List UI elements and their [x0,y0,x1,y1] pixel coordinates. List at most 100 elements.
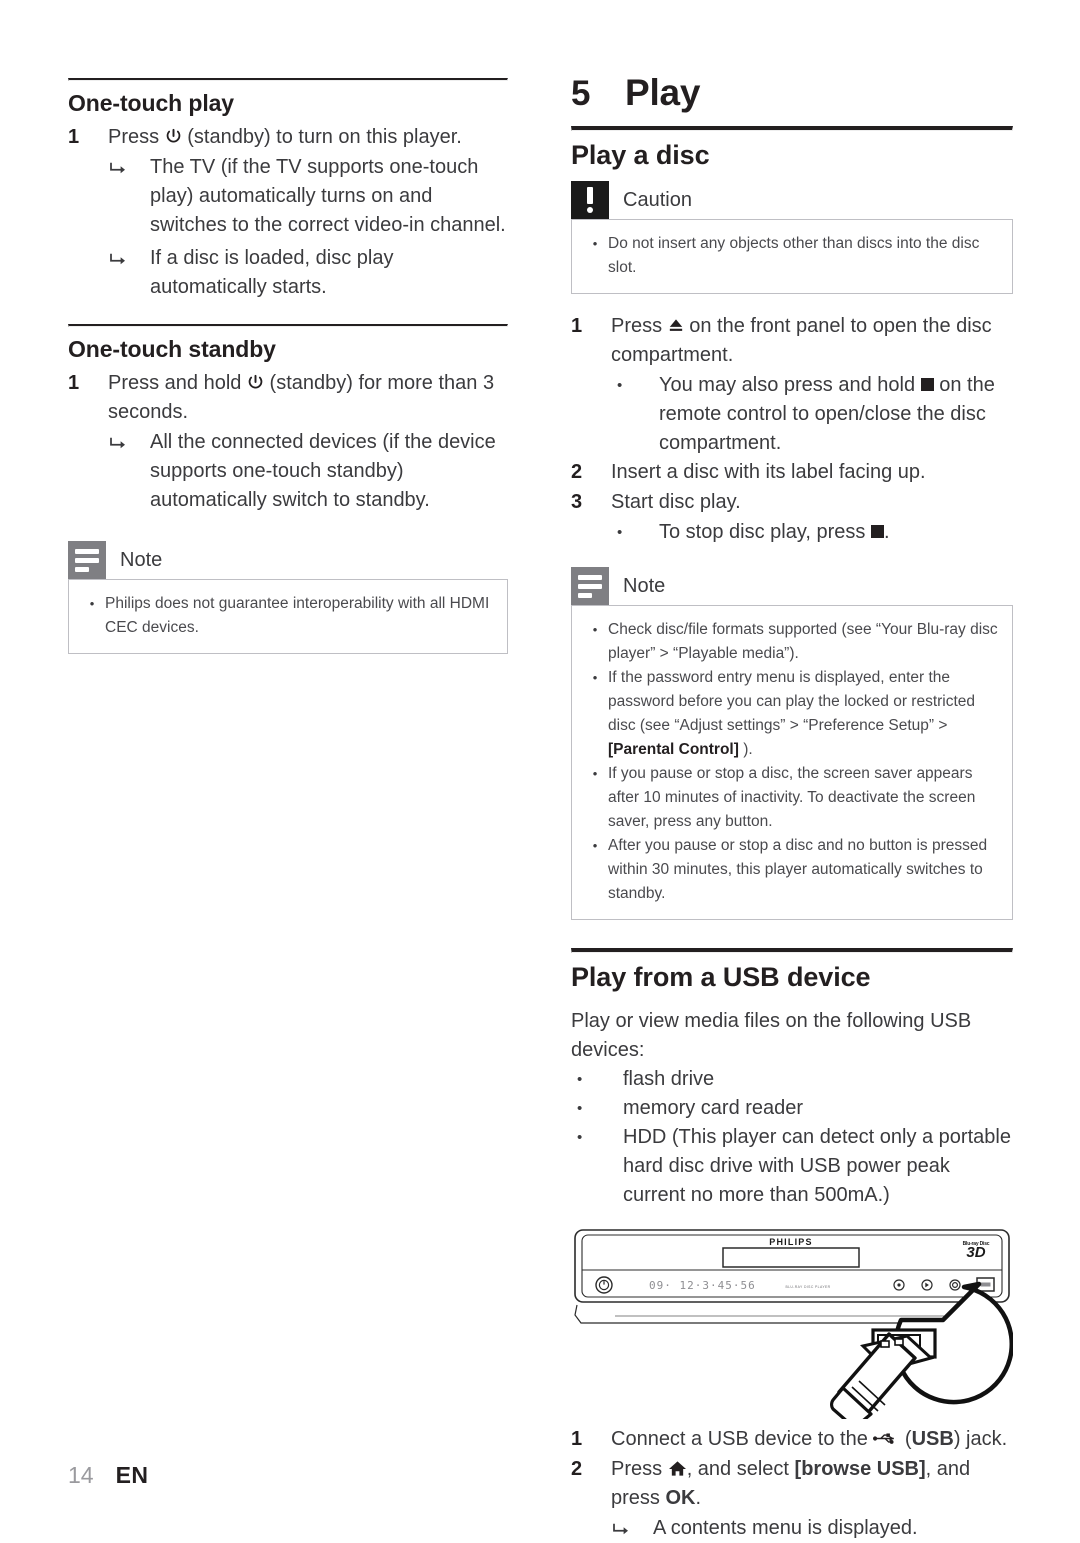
step-text-bold-ok: OK [665,1487,696,1509]
step: 1 Press on the front panel to open the d… [571,312,1013,370]
bullet-icon: • [89,596,95,611]
usb-trident-icon [873,1433,895,1444]
bullet-icon: • [592,766,598,781]
note-callout-tab: Note [571,567,1013,605]
panel-caption: BLU-RAY DISC PLAYER [785,1285,830,1289]
note-text-emphasis: [Parental Control] [608,741,739,758]
chapter-title: Play [625,72,701,113]
step-bullet: • To stop disc play, press . [611,518,1013,547]
list-item: • flash drive [571,1065,1013,1094]
step: 1 Connect a USB device to the (USB) jack… [571,1425,1013,1454]
caution-callout-label: Caution [623,189,692,211]
rule-above-one-touch-play [68,78,508,81]
result-text: The TV (if the TV supports one-touch pla… [150,156,506,236]
note-callout-right: Note • Check disc/file formats supported… [571,567,1013,920]
heading-one-touch-play: One-touch play [68,90,235,116]
note-item-text: If you pause or stop a disc, the screen … [608,765,976,830]
rule-above-play-from-usb [571,948,1013,953]
note-lines-icon [571,567,609,605]
result-arrow-icon [108,428,150,515]
step-text-before: Press [611,315,668,337]
home-icon [668,1461,686,1476]
step-text-mid: ( [899,1428,912,1450]
note-text-part: If the password entry menu is displayed,… [608,669,976,734]
step-number: 2 [571,461,583,483]
step-text-before: Press [611,1458,668,1480]
note-callout-body: • Philips does not guarantee interoperab… [68,579,508,654]
step-text-bold: USB [911,1428,954,1450]
standby-power-icon [166,128,181,143]
page-language: EN [115,1462,149,1488]
page-number: 14 [68,1462,94,1488]
result-text: All the connected devices (if the device… [150,431,496,511]
steps-one-touch-play: 1 Press (standby) to turn on this player… [68,123,508,152]
list-item-label: flash drive [623,1068,715,1090]
note-item-text: Philips does not guarantee interoperabil… [105,595,490,636]
right-column: 5 Play Play a disc Caution • Do not inse… [571,72,1015,1543]
step-text-after: (standby) to turn on this player. [181,126,462,148]
step-bullet-text: You may also press and hold on the remot… [659,371,1013,458]
bullet-icon: • [577,1071,583,1088]
step-text: Press , and select [browse USB], and pre… [611,1455,1013,1513]
step-text-after2: . [695,1487,702,1509]
note-text-part: ). [738,741,753,758]
step-text-mid: , and select [686,1458,795,1480]
bullet-text-before: To stop disc play, press [659,521,871,543]
note-item-text: If the password entry menu is displayed,… [608,666,998,762]
heading-play-a-disc: Play a disc [571,140,710,170]
eject-icon [669,319,682,331]
note-callout-tab: Note [68,541,508,579]
step-text: Start disc play. [611,491,741,513]
panel-buttons [893,1279,961,1291]
note-item: • Check disc/file formats supported (see… [582,618,998,666]
note-item: • After you pause or stop a disc and no … [582,834,998,906]
bullet-icon: • [577,1129,583,1146]
list-item: • HDD (This player can detect only a por… [571,1123,1013,1210]
bullet-icon: • [592,622,598,637]
bullet-icon: • [617,377,623,394]
list-item-label: HDD (This player can detect only a porta… [623,1126,1011,1206]
list-item: • memory card reader [571,1094,1013,1123]
bullet-icon: • [577,1100,583,1117]
bullet-icon: • [592,236,598,251]
step: 2 Insert a disc with its label facing up… [571,458,1013,487]
note-item: • If you pause or stop a disc, the scree… [582,762,998,834]
note-callout-label: Note [120,549,163,571]
stop-square-icon [920,378,934,391]
note-items: • Philips does not guarantee interoperab… [79,592,493,640]
note-item: • Philips does not guarantee interoperab… [79,592,493,640]
result-arrow-icon [108,153,150,240]
caution-exclamation-icon [571,181,609,219]
results-one-touch-standby: All the connected devices (if the device… [108,428,508,515]
result-item: If a disc is loaded, disc play automatic… [108,244,508,302]
step-text: Press on the front panel to open the dis… [611,312,1013,370]
step-text: Press (standby) to turn on this player. [108,123,508,152]
usb-callout-bubble [830,1281,1015,1427]
bullet-icon: • [592,670,598,685]
bullet-icon: • [592,838,598,853]
steps-play-a-disc: 1 Press on the front panel to open the d… [571,312,1013,547]
rule-above-play-a-disc [571,126,1013,131]
result-arrow-icon [611,1514,653,1543]
manual-page: One-touch play 1 Press (standby) to turn… [0,0,1080,1539]
stop-square-icon [870,525,884,538]
steps-play-from-usb: 1 Connect a USB device to the (USB) jack… [571,1425,1013,1543]
result-item: The TV (if the TV supports one-touch pla… [108,153,508,240]
step-number: 1 [68,372,80,394]
rule-above-one-touch-standby [68,324,508,327]
note-callout-body: • Check disc/file formats supported (see… [571,605,1013,920]
note-callout-left: Note • Philips does not guarantee intero… [68,541,508,654]
result-text: If a disc is loaded, disc play automatic… [150,247,394,298]
note-item: • If the password entry menu is displaye… [582,666,998,762]
step-bullet: • You may also press and hold on the rem… [611,371,1013,458]
front-panel-display: 09· 12·3·45·56 [649,1279,756,1292]
step-number: 3 [571,491,583,513]
step-text-before: Press and hold [108,372,247,394]
step-bullet-text: To stop disc play, press . [659,518,1013,547]
result-arrow-icon [108,244,150,302]
step: 1 Press and hold (standby) for more than… [68,369,508,427]
caution-callout-body: • Do not insert any objects other than d… [571,219,1013,294]
step-number: 2 [571,1458,583,1480]
step-number: 1 [571,1428,583,1450]
philips-logo: PHILIPS [769,1237,812,1247]
